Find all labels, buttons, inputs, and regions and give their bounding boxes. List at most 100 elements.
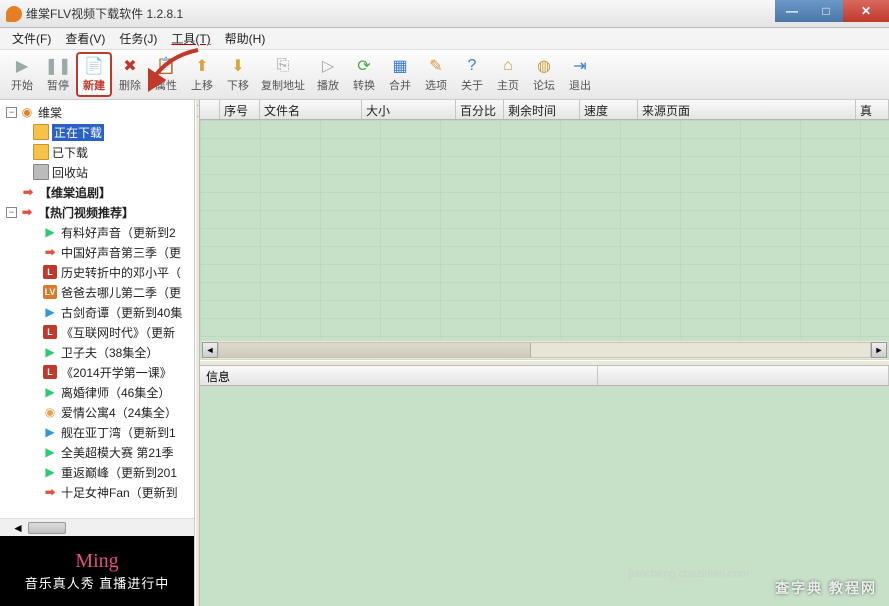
badge-icon: L [42,264,58,280]
play-icon: ▶ [42,464,58,480]
tree-item-3[interactable]: LV爸爸去哪儿第二季（更 [2,282,194,302]
folder-icon [33,124,49,140]
toolbar-new-button[interactable]: 📄新建 [76,52,112,97]
tree-item-11[interactable]: ▶全美超模大赛 第21季 [2,442,194,462]
menu-tools[interactable]: 工具(T) [165,28,216,49]
tree-drama[interactable]: ➡【维棠追剧】 [2,182,194,202]
app-node-icon: ◉ [19,104,35,120]
tree-item-9[interactable]: ◉爱情公寓4（24集全） [2,402,194,422]
options-icon: ✎ [426,56,446,76]
info-col2[interactable] [598,366,889,385]
toolbar-down-button[interactable]: ⬇下移 [220,52,256,97]
recycle-icon [33,164,49,180]
merge-icon: ▦ [390,56,410,76]
ad-banner[interactable]: Ming 音乐真人秀 直播进行中 [0,536,194,606]
about-icon: ? [462,56,482,76]
toolbar-label: 选项 [425,77,447,93]
grid-body[interactable] [200,120,889,340]
sidebar-hscroll[interactable]: ◄ [0,518,194,536]
play-icon: ▶ [42,424,58,440]
toolbar-convert-button[interactable]: ⟳转换 [346,52,382,97]
folder-icon [33,144,49,160]
tree-item-0[interactable]: ▶有料好声音（更新到2 [2,222,194,242]
arrow-icon: ➡ [20,184,36,200]
tree-item-6[interactable]: ▶卫子夫（38集全） [2,342,194,362]
tree-root[interactable]: −◉维棠 [2,102,194,122]
toolbar-label: 合并 [389,77,411,93]
twisty-icon[interactable]: − [6,107,17,118]
maximize-button[interactable]: □ [809,0,843,22]
toolbar-label: 转换 [353,77,375,93]
watermark-sub: jiaocheng.chazidian.com [629,568,749,580]
ad-tagline: 音乐真人秀 直播进行中 [25,573,170,592]
info-label[interactable]: 信息 [200,366,598,385]
toolbar-options-button[interactable]: ✎选项 [418,52,454,97]
toolbar-pause-button[interactable]: ❚❚暂停 [40,52,76,97]
toolbar-label: 暂停 [47,77,69,93]
toolbar-play-button[interactable]: ▷播放 [310,52,346,97]
toolbar-label: 下移 [227,77,249,93]
prop-icon: 📋 [156,56,176,76]
toolbar-label: 论坛 [533,77,555,93]
col-remain[interactable]: 剩余时间 [504,100,580,119]
toolbar-exit-button[interactable]: ⇥退出 [562,52,598,97]
tree-item-10[interactable]: ▶舰在亚丁湾（更新到1 [2,422,194,442]
info-body[interactable] [200,386,889,606]
toolbar-label: 开始 [11,77,33,93]
tree-downloading[interactable]: 正在下载 [2,122,194,142]
col-size[interactable]: 大小 [362,100,456,119]
toolbar-home-button[interactable]: ⌂主页 [490,52,526,97]
twisty-icon[interactable]: − [6,207,17,218]
toolbar-label: 新建 [83,77,105,93]
col-filename[interactable]: 文件名 [260,100,362,119]
toolbar-copy-button[interactable]: ⎘复制地址 [256,52,310,97]
info-header: 信息 [200,366,889,386]
down-icon: ⬇ [228,56,248,76]
tree-item-2[interactable]: L历史转折中的邓小平（ [2,262,194,282]
tree-recycle[interactable]: 回收站 [2,162,194,182]
toolbar-label: 退出 [569,77,591,93]
toolbar-start-button[interactable]: ▶开始 [4,52,40,97]
play-icon: ▶ [42,224,58,240]
title-bar: 维棠FLV视频下载软件 1.2.8.1 — □ ✕ [0,0,889,28]
col-speed[interactable]: 速度 [580,100,638,119]
tree-downloaded[interactable]: 已下载 [2,142,194,162]
col-source[interactable]: 来源页面 [638,100,856,119]
tree-hot[interactable]: −➡【热门视频推荐】 [2,202,194,222]
pause-icon: ❚❚ [48,56,68,76]
tree-item-5[interactable]: L《互联网时代》（更新 [2,322,194,342]
badge-icon: L [42,324,58,340]
toolbar-about-button[interactable]: ?关于 [454,52,490,97]
tree-item-13[interactable]: ➡十足女神Fan（更新到 [2,482,194,502]
sidebar: −◉维棠正在下载已下载回收站➡【维棠追剧】−➡【热门视频推荐】▶有料好声音（更新… [0,100,195,606]
close-button[interactable]: ✕ [843,0,889,22]
col-percent[interactable]: 百分比 [456,100,504,119]
col-real[interactable]: 真 [856,100,889,119]
toolbar-delete-button[interactable]: ✖删除 [112,52,148,97]
main-hscroll[interactable]: ◄► [202,341,887,359]
tree-item-8[interactable]: ▶离婚律师（46集全） [2,382,194,402]
toolbar-label: 关于 [461,77,483,93]
tree-item-12[interactable]: ▶重返巅峰（更新到201 [2,462,194,482]
menu-file[interactable]: 文件(F) [6,28,57,49]
menu-task[interactable]: 任务(J) [113,28,163,49]
watermark-main: 查字典 教程网 [775,578,877,598]
new-icon: 📄 [84,56,104,76]
col-blank[interactable] [200,100,220,119]
tree-item-1[interactable]: ➡中国好声音第三季（更 [2,242,194,262]
menu-help[interactable]: 帮助(H) [219,28,272,49]
toolbar-up-button[interactable]: ⬆上移 [184,52,220,97]
toolbar-label: 属性 [155,77,177,93]
toolbar: ▶开始❚❚暂停📄新建✖删除📋属性⬆上移⬇下移⎘复制地址▷播放⟳转换▦合并✎选项?… [0,50,889,100]
toolbar-merge-button[interactable]: ▦合并 [382,52,418,97]
toolbar-forum-button[interactable]: ◍论坛 [526,52,562,97]
tree-item-7[interactable]: L《2014开学第一课》 [2,362,194,382]
col-seq[interactable]: 序号 [220,100,260,119]
toolbar-prop-button[interactable]: 📋属性 [148,52,184,97]
tree-item-4[interactable]: ▶古剑奇谭（更新到40集 [2,302,194,322]
minimize-button[interactable]: — [775,0,809,22]
toolbar-label: 复制地址 [261,77,305,93]
up-icon: ⬆ [192,56,212,76]
menu-view[interactable]: 查看(V) [59,28,111,49]
badge-icon: L [42,364,58,380]
